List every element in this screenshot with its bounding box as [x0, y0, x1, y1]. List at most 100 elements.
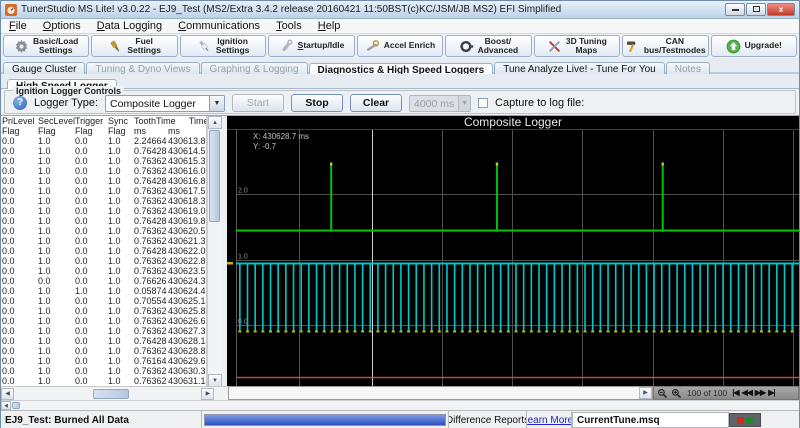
table-cell[interactable]: 1.0 [37, 206, 74, 216]
table-cell[interactable]: 430619.8 [167, 216, 207, 226]
menu-item-help[interactable]: Help [310, 19, 349, 33]
table-cell[interactable]: 0.76428 [133, 146, 167, 156]
composite-logger-chart[interactable]: 2.01.00.0Composite LoggerX: 430628.7 msY… [227, 116, 799, 387]
capture-checkbox[interactable] [478, 98, 488, 108]
table-cell[interactable]: 1.0 [37, 186, 74, 196]
table-cell[interactable]: 1.0 [37, 196, 74, 206]
table-cell[interactable]: 1.0 [37, 146, 74, 156]
scroll-right-icon[interactable]: ▶ [201, 388, 214, 400]
prev-page-button[interactable]: ◀◀ [742, 387, 752, 399]
table-cell[interactable]: 430620.56 [167, 226, 207, 236]
menu-item-data-logging[interactable]: Data Logging [89, 19, 170, 33]
table-cell[interactable]: 1.0 [107, 176, 133, 186]
chevron-down-icon[interactable]: ▼ [209, 96, 224, 111]
start-button[interactable]: Start [232, 94, 284, 112]
table-cell[interactable]: 1.0 [107, 256, 133, 266]
zoom-out-icon[interactable] [657, 388, 668, 399]
table-cell[interactable]: 1.0 [107, 216, 133, 226]
table-cell[interactable]: 1.0 [37, 226, 74, 236]
table-cell[interactable]: 1.0 [37, 216, 74, 226]
table-cell[interactable]: 1.0 [37, 336, 74, 346]
table-cell[interactable]: 0.0 [74, 346, 107, 356]
table-cell[interactable]: 0.0 [1, 226, 37, 236]
table-cell[interactable]: 0.0 [74, 356, 107, 366]
table-cell[interactable]: 1.0 [107, 376, 133, 386]
table-hscrollbar[interactable]: ◀ ▶ [1, 386, 228, 400]
table-cell[interactable]: 0.0 [1, 376, 37, 386]
table-cell[interactable]: 0.0 [74, 216, 107, 226]
toolbar-button-upgrade[interactable]: Upgrade! [711, 35, 797, 57]
table-cell[interactable]: 0.0 [74, 236, 107, 246]
close-button[interactable]: x [767, 3, 795, 16]
menu-item-file[interactable]: File [1, 19, 35, 33]
table-cell[interactable]: 1.0 [107, 296, 133, 306]
tooth-table-wrap[interactable]: PriLevelFlagSecLevelFlagTriggerFlagSyncF… [1, 116, 207, 387]
table-cell[interactable]: 430614.56 [167, 146, 207, 156]
table-cell[interactable]: 1.0 [107, 306, 133, 316]
table-cell[interactable]: 0.0 [74, 316, 107, 326]
table-cell[interactable]: 0.76428 [133, 246, 167, 256]
clear-button[interactable]: Clear [350, 94, 402, 112]
table-cell[interactable]: 0.0 [1, 206, 37, 216]
table-cell[interactable]: 0.0 [74, 256, 107, 266]
table-cell[interactable]: 0.76362 [133, 256, 167, 266]
scroll-left-icon[interactable]: ◀ [1, 401, 11, 410]
table-cell[interactable]: 0.0 [1, 156, 37, 166]
table-cell[interactable]: 1.0 [107, 206, 133, 216]
table-cell[interactable]: 1.0 [37, 246, 74, 256]
table-cell[interactable]: 0.0 [74, 336, 107, 346]
chart-hscrollbar[interactable]: ▶ [228, 386, 653, 400]
panel-hscrollbar[interactable]: ◀ [1, 400, 799, 410]
table-cell[interactable]: 1.0 [107, 226, 133, 236]
table-cell[interactable]: 430625.88 [167, 306, 207, 316]
table-cell[interactable]: 0.0 [74, 266, 107, 276]
table-cell[interactable]: 0.0 [1, 366, 37, 376]
table-cell[interactable]: 1.0 [37, 356, 74, 366]
table-cell[interactable]: 0.0 [74, 226, 107, 236]
next-page-button[interactable]: ▶▶ [755, 387, 765, 399]
table-cell[interactable]: 1.0 [107, 186, 133, 196]
table-cell[interactable]: 0.0 [74, 186, 107, 196]
table-cell[interactable]: 0.0 [1, 256, 37, 266]
table-cell[interactable]: 430630.38 [167, 366, 207, 376]
table-cell[interactable]: 430628.12 [167, 336, 207, 346]
table-cell[interactable]: 0.76362 [133, 156, 167, 166]
toolbar-button-fuel-settings[interactable]: FuelSettings [91, 35, 177, 57]
table-cell[interactable]: 430629.62 [167, 356, 207, 366]
menu-item-tools[interactable]: Tools [268, 19, 310, 33]
toolbar-button-basic-load-settings[interactable]: Basic/LoadSettings [3, 35, 89, 57]
table-cell[interactable]: 1.0 [107, 196, 133, 206]
table-cell[interactable]: 1.0 [37, 166, 74, 176]
table-cell[interactable]: 430617.56 [167, 186, 207, 196]
table-cell[interactable]: 0.76362 [133, 226, 167, 236]
table-cell[interactable]: 1.0 [37, 286, 74, 296]
toolbar-button-accel-enrich[interactable]: Accel Enrich [357, 35, 443, 57]
table-cell[interactable]: 0.76428 [133, 336, 167, 346]
table-cell[interactable]: 0.76362 [133, 326, 167, 336]
table-cell[interactable]: 1.0 [37, 176, 74, 186]
table-cell[interactable]: 0.0 [1, 316, 37, 326]
table-cell[interactable]: 0.0 [1, 196, 37, 206]
table-cell[interactable]: 1.0 [37, 156, 74, 166]
table-cell[interactable]: 0.76362 [133, 186, 167, 196]
table-cell[interactable]: 430621.3 [167, 236, 207, 246]
table-cell[interactable]: 1.0 [107, 146, 133, 156]
toolbar-button-boost-advanced[interactable]: Boost/Advanced [445, 35, 531, 57]
table-cell[interactable]: 0.76164 [133, 356, 167, 366]
table-cell[interactable]: 0.0 [74, 206, 107, 216]
menu-item-options[interactable]: Options [35, 19, 89, 33]
table-cell[interactable]: 0.0 [74, 166, 107, 176]
table-cell[interactable]: 1.0 [107, 326, 133, 336]
table-cell[interactable]: 0.0 [74, 366, 107, 376]
table-cell[interactable]: 1.0 [107, 276, 133, 286]
table-cell[interactable]: 2.24664 [133, 136, 167, 146]
toolbar-button-can-bus-testmodes[interactable]: CANbus/Testmodes [622, 35, 708, 57]
hscroll-thumb[interactable] [93, 389, 129, 399]
table-cell[interactable]: 430631.12 [167, 376, 207, 386]
table-cell[interactable]: 1.0 [107, 236, 133, 246]
table-cell[interactable]: 1.0 [37, 366, 74, 376]
table-cell[interactable]: 0.70554 [133, 296, 167, 306]
scroll-left-icon[interactable]: ◀ [1, 388, 14, 400]
table-cell[interactable]: 1.0 [37, 136, 74, 146]
table-cell[interactable]: 0.0 [74, 146, 107, 156]
